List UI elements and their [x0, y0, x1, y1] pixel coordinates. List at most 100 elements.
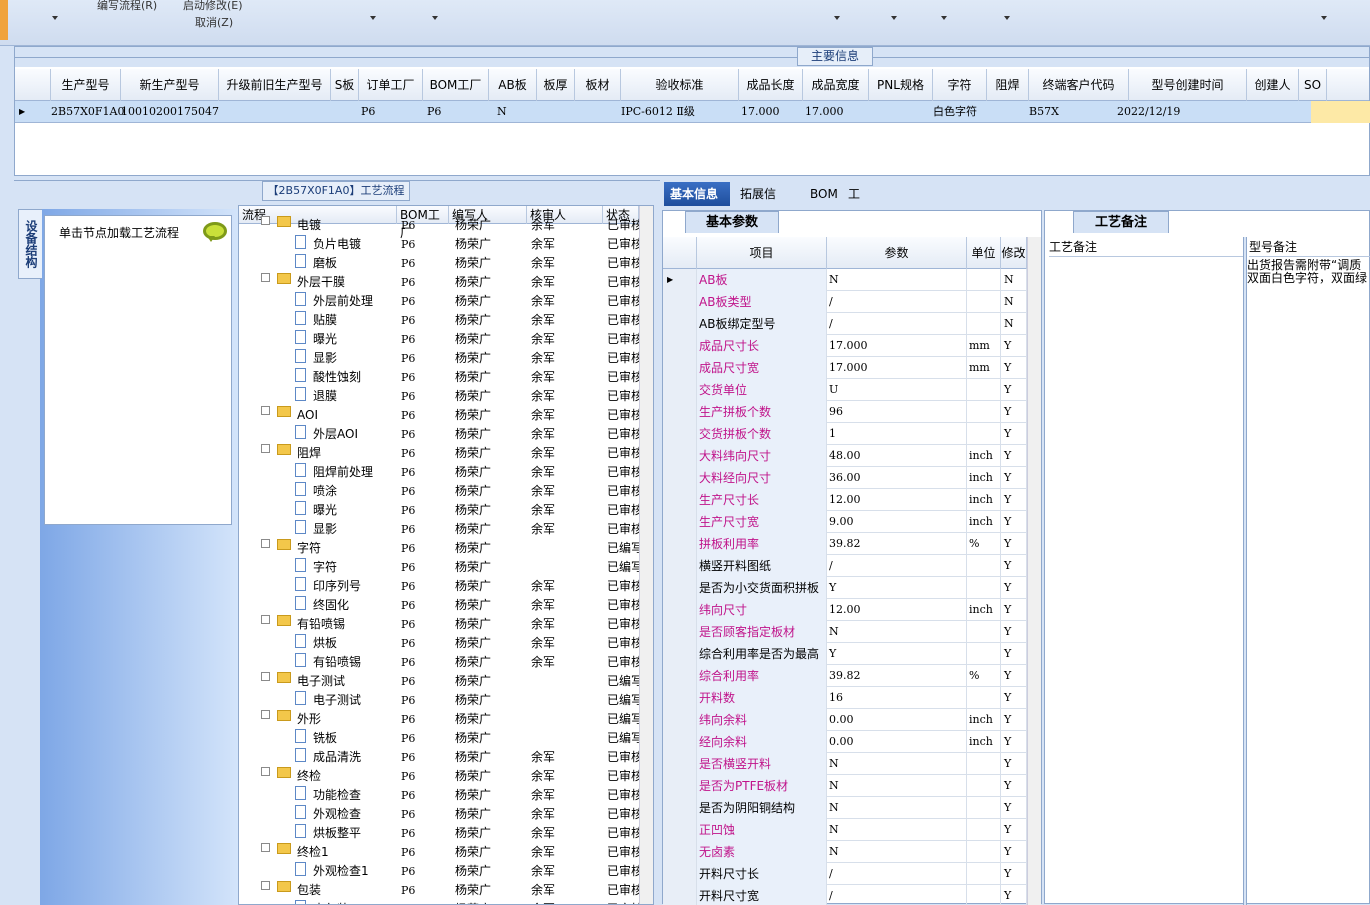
- param-row[interactable]: AB板绑定型号 / N: [663, 313, 1027, 335]
- tree-node[interactable]: 功能检查 P6 杨荣广 余军 已审核: [239, 786, 639, 805]
- column-header[interactable]: 升级前旧生产型号: [219, 69, 331, 101]
- param-value[interactable]: N: [827, 841, 967, 863]
- param-row[interactable]: 交货单位 U Y: [663, 379, 1027, 401]
- remark-divider[interactable]: [1243, 237, 1247, 905]
- tree-node[interactable]: − 阻焊 P6 杨荣广 余军 已审核: [239, 444, 639, 463]
- tab-bom[interactable]: BOM: [804, 182, 838, 206]
- tab-extended-info[interactable]: 拓展信息: [734, 182, 792, 225]
- tree-node[interactable]: 喷涂 P6 杨荣广 余军 已审核: [239, 482, 639, 501]
- tree-node[interactable]: 外层前处理 P6 杨荣广 余军 已审核: [239, 292, 639, 311]
- column-header[interactable]: 单位: [967, 237, 1001, 269]
- param-value[interactable]: 1: [827, 423, 967, 445]
- menu-item-start-modify[interactable]: 启动修改(E): [183, 0, 243, 13]
- param-value[interactable]: /: [827, 291, 967, 313]
- param-row[interactable]: 是否横竖开料 N Y: [663, 753, 1027, 775]
- dropdown-caret-icon[interactable]: [432, 16, 438, 20]
- tree-node[interactable]: 退膜 P6 杨荣广 余军 已审核: [239, 387, 639, 406]
- expander-icon[interactable]: −: [261, 406, 270, 415]
- tree-node[interactable]: 外观检查1 P6 杨荣广 余军 已审核: [239, 862, 639, 881]
- table-row[interactable]: ▶ 2B57X0F1A0 10010200175047 P6 P6 N IPC-6012 Ⅱ…: [15, 101, 1370, 123]
- tree-scrollbar[interactable]: [639, 206, 653, 904]
- param-value[interactable]: N: [827, 621, 967, 643]
- tree-node[interactable]: − 外形 P6 杨荣广 已编写: [239, 710, 639, 729]
- param-row[interactable]: 是否为阴阳铜结构 N Y: [663, 797, 1027, 819]
- param-value[interactable]: 16: [827, 687, 967, 709]
- column-header[interactable]: 创建人: [1247, 69, 1299, 101]
- tree-node[interactable]: − 电子测试 P6 杨荣广 已编写: [239, 672, 639, 691]
- tree-node[interactable]: 内包装 P6 杨荣广 余军 已审核: [239, 900, 639, 904]
- dropdown-caret-icon[interactable]: [834, 16, 840, 20]
- param-value[interactable]: /: [827, 885, 967, 905]
- tree-node[interactable]: − 外层干膜 P6 杨荣广 余军 已审核: [239, 273, 639, 292]
- dropdown-caret-icon[interactable]: [52, 16, 58, 20]
- column-header[interactable]: AB板: [489, 69, 537, 101]
- param-value[interactable]: 48.00: [827, 445, 967, 467]
- tree-node[interactable]: − 电镀 P6 杨荣广 余军 已审核: [239, 216, 639, 235]
- param-row[interactable]: 成品尺寸长 17.000 mm Y: [663, 335, 1027, 357]
- param-row[interactable]: 综合利用率是否为最高 Y Y: [663, 643, 1027, 665]
- column-header[interactable]: 修改: [1001, 237, 1027, 269]
- param-row[interactable]: 交货拼板个数 1 Y: [663, 423, 1027, 445]
- expander-icon[interactable]: −: [261, 843, 270, 852]
- param-row[interactable]: 开料尺寸长 / Y: [663, 863, 1027, 885]
- param-row[interactable]: 经向余料 0.00 inch Y: [663, 731, 1027, 753]
- tree-node[interactable]: 贴膜 P6 杨荣广 余军 已审核: [239, 311, 639, 330]
- tree-node[interactable]: − AOI P6 杨荣广 余军 已审核: [239, 406, 639, 425]
- tree-node[interactable]: − 包装 P6 杨荣广 余军 已审核: [239, 881, 639, 900]
- params-scrollbar[interactable]: [1027, 237, 1041, 905]
- expander-icon[interactable]: −: [261, 767, 270, 776]
- param-row[interactable]: 横竖开料图纸 / Y: [663, 555, 1027, 577]
- param-value[interactable]: N: [827, 819, 967, 841]
- expander-icon[interactable]: −: [261, 273, 270, 282]
- tree-node[interactable]: − 有铅喷锡 P6 杨荣广 余军 已审核: [239, 615, 639, 634]
- param-value[interactable]: Y: [827, 643, 967, 665]
- param-value[interactable]: N: [827, 797, 967, 819]
- param-row[interactable]: AB板类型 / N: [663, 291, 1027, 313]
- menu-item-cancel[interactable]: 取消(Z): [195, 14, 233, 30]
- tree-node[interactable]: 终固化 P6 杨荣广 余军 已审核: [239, 596, 639, 615]
- param-value[interactable]: 0.00: [827, 709, 967, 731]
- tree-node[interactable]: 负片电镀 P6 杨荣广 余军 已审核: [239, 235, 639, 254]
- expander-icon[interactable]: −: [261, 672, 270, 681]
- tree-node[interactable]: 阻焊前处理 P6 杨荣广 余军 已审核: [239, 463, 639, 482]
- tab-device-structure[interactable]: 设备结构: [18, 209, 42, 279]
- tree-node[interactable]: 磨板 P6 杨荣广 余军 已审核: [239, 254, 639, 273]
- tree-node[interactable]: − 终检 P6 杨荣广 余军 已审核: [239, 767, 639, 786]
- param-value[interactable]: 39.82: [827, 665, 967, 687]
- column-header[interactable]: 成品长度: [739, 69, 803, 101]
- param-row[interactable]: 开料数 16 Y: [663, 687, 1027, 709]
- param-value[interactable]: 12.00: [827, 599, 967, 621]
- param-row[interactable]: 开料尺寸宽 / Y: [663, 885, 1027, 905]
- column-header[interactable]: SO: [1299, 69, 1327, 101]
- param-row[interactable]: 生产尺寸宽 9.00 inch Y: [663, 511, 1027, 533]
- tree-node[interactable]: 有铅喷锡 P6 杨荣广 余军 已审核: [239, 653, 639, 672]
- param-value[interactable]: 36.00: [827, 467, 967, 489]
- param-row[interactable]: 综合利用率 39.82% Y: [663, 665, 1027, 687]
- tree-node[interactable]: 外观检查 P6 杨荣广 余军 已审核: [239, 805, 639, 824]
- column-header[interactable]: 新生产型号: [121, 69, 219, 101]
- column-header[interactable]: 验收标准: [621, 69, 739, 101]
- tree-node[interactable]: 曝光 P6 杨荣广 余军 已审核: [239, 501, 639, 520]
- column-header[interactable]: 板厚: [537, 69, 575, 101]
- expander-icon[interactable]: −: [261, 216, 270, 225]
- dropdown-caret-icon[interactable]: [891, 16, 897, 20]
- param-value[interactable]: 17.000: [827, 335, 967, 357]
- tab-basic-info[interactable]: 基本信息: [664, 182, 730, 206]
- param-value[interactable]: /: [827, 313, 967, 335]
- param-row[interactable]: 无卤素 N Y: [663, 841, 1027, 863]
- column-header[interactable]: 生产型号: [51, 69, 121, 101]
- column-header[interactable]: 参数: [827, 237, 967, 269]
- param-row[interactable]: 生产尺寸长 12.00 inch Y: [663, 489, 1027, 511]
- param-value[interactable]: Y: [827, 577, 967, 599]
- param-value[interactable]: 12.00: [827, 489, 967, 511]
- tree-node[interactable]: 外层AOI P6 杨荣广 余军 已审核: [239, 425, 639, 444]
- tree-node[interactable]: 烘板整平 P6 杨荣广 余军 已审核: [239, 824, 639, 843]
- param-row[interactable]: 是否为小交货面积拼板 Y Y: [663, 577, 1027, 599]
- column-header[interactable]: 订单工厂: [359, 69, 423, 101]
- dropdown-caret-icon[interactable]: [1004, 16, 1010, 20]
- column-header[interactable]: 板材: [575, 69, 621, 101]
- column-header[interactable]: 成品宽度: [803, 69, 869, 101]
- column-header[interactable]: 字符: [933, 69, 987, 101]
- column-header[interactable]: 项目: [697, 237, 827, 269]
- column-header[interactable]: PNL规格: [869, 69, 933, 101]
